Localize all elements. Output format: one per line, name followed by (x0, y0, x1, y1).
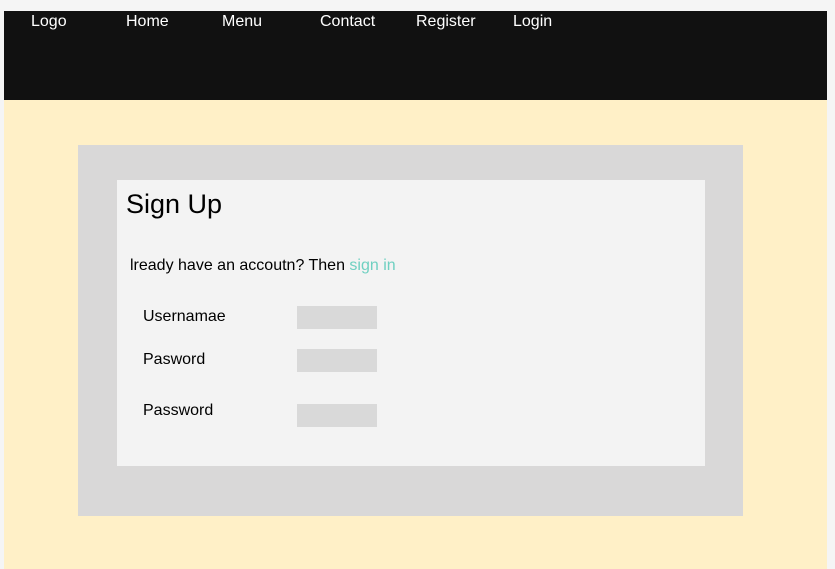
nav-contact[interactable]: Contact (320, 13, 375, 31)
username-input[interactable] (297, 306, 377, 329)
password-label: Pasword (143, 351, 206, 368)
nav-home[interactable]: Home (126, 13, 169, 31)
nav-register[interactable]: Register (416, 13, 476, 31)
logo[interactable]: Logo (31, 13, 67, 31)
confirm-password-input[interactable] (297, 404, 377, 427)
signup-card: Sign Up lready have an accoutn? Then sig… (117, 180, 705, 466)
account-prompt-text: lready have an accoutn? Then (130, 257, 350, 274)
page: Logo Home Menu Contact Register Login Si… (4, 11, 827, 569)
page-title: Sign Up (126, 189, 223, 219)
confirm-password-label: Password (143, 402, 214, 419)
password-input[interactable] (297, 349, 377, 372)
account-prompt: lready have an accoutn? Then sign in (130, 257, 396, 275)
username-label: Usernamae (143, 308, 226, 325)
nav-login[interactable]: Login (513, 13, 552, 31)
top-navbar: Logo Home Menu Contact Register Login (4, 11, 827, 100)
signup-panel: Sign Up lready have an accoutn? Then sig… (78, 145, 743, 516)
sign-in-link[interactable]: sign in (349, 257, 395, 274)
nav-menu[interactable]: Menu (222, 13, 262, 31)
